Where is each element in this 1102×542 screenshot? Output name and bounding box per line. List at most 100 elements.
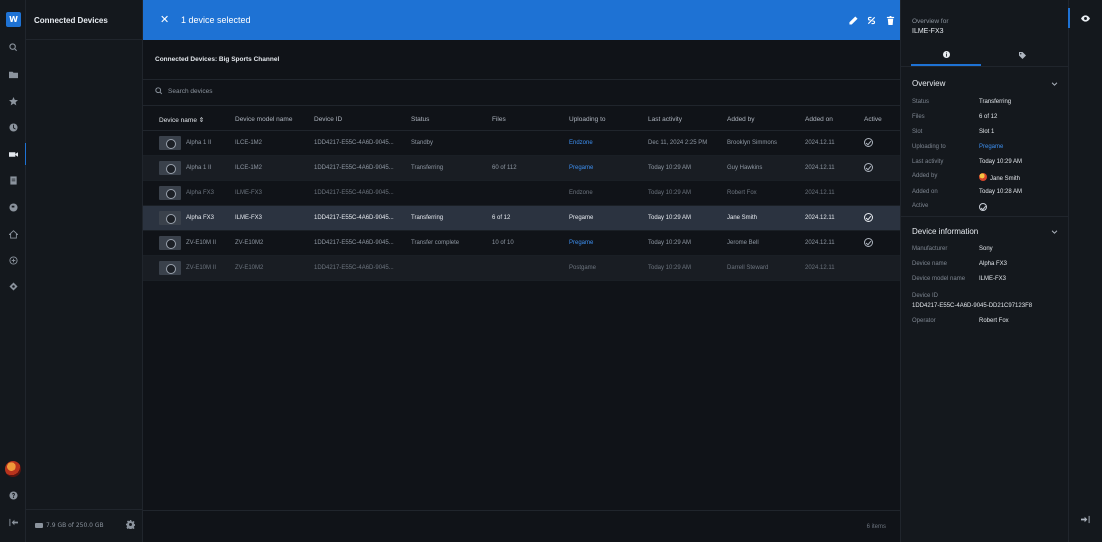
- column-header-active[interactable]: Active: [864, 116, 882, 123]
- tab-tags[interactable]: [987, 44, 1057, 66]
- chevron-down-icon[interactable]: [1051, 229, 1058, 236]
- storage-footer: 7.9 GB of 250.0 GB: [26, 509, 143, 542]
- cell-files: 10 of 10: [492, 240, 514, 246]
- cell-model: ZV-E10M2: [235, 265, 264, 271]
- cell-device-name: ZV-E10M II: [186, 240, 217, 246]
- column-header-added-by[interactable]: Added by: [727, 116, 754, 123]
- cell-last-activity: Today 10:29 AM: [648, 265, 692, 271]
- diamond-icon[interactable]: [0, 279, 26, 293]
- tab-info[interactable]: [911, 44, 981, 66]
- table-row[interactable]: ZV-E10M II ZV-E10M2 1DD4217-E55C-4A6D-90…: [143, 256, 900, 281]
- clock-icon[interactable]: [0, 120, 26, 134]
- column-header-model[interactable]: Device model name: [235, 116, 292, 123]
- cell-files: 60 of 112: [492, 165, 517, 171]
- table-row-selected[interactable]: Alpha FX3 ILME-FX3 1DD4217-E55C-4A6D-904…: [143, 206, 900, 231]
- column-header-device-name[interactable]: Device name ⇕: [159, 116, 204, 124]
- divider: [26, 39, 143, 40]
- device-id-value: 1DD4217-E55C-4A6D-9045-DD21C97123F8: [912, 303, 1033, 309]
- globe-icon[interactable]: [0, 200, 26, 214]
- overview-section-title[interactable]: Overview: [912, 79, 945, 88]
- cell-added-on: 2024.12.11: [805, 265, 835, 271]
- search-icon: [155, 87, 163, 95]
- cell-uploading-to[interactable]: Postgame: [569, 265, 596, 271]
- disk-icon: [35, 523, 43, 528]
- selection-bar: ✕ 1 device selected: [143, 0, 900, 40]
- cell-uploading-to[interactable]: Endzone: [569, 190, 593, 196]
- collapse-left-icon[interactable]: [0, 515, 26, 529]
- detail-panel: Overview for ILME-FX3 Overview Status Tra…: [900, 0, 1069, 542]
- main-content: ✕ 1 device selected Connected Devices: B…: [143, 0, 900, 542]
- icon-rail: W: [0, 0, 27, 542]
- table-row[interactable]: Alpha FX3 ILME-FX3 1DD4217-E55C-4A6D-904…: [143, 181, 900, 206]
- item-count: 6 items: [866, 524, 886, 530]
- delete-icon[interactable]: [884, 14, 896, 26]
- unlink-icon[interactable]: [865, 14, 877, 26]
- search-icon[interactable]: [0, 40, 26, 54]
- cell-model: ILCE-1M2: [235, 165, 263, 171]
- active-check-icon: [979, 203, 987, 211]
- plus-circle-icon[interactable]: [0, 253, 26, 267]
- cell-added-on: 2024.12.11: [805, 240, 835, 246]
- table-header: Device name ⇕ Device model name Device I…: [143, 106, 900, 131]
- cell-added-on: 2024.12.11: [805, 165, 835, 171]
- cell-device-id: 1DD4217-E55C-4A6D-9045...: [314, 190, 394, 196]
- folder-icon[interactable]: [0, 67, 26, 81]
- table-row[interactable]: ZV-E10M II ZV-E10M2 1DD4217-E55C-4A6D-90…: [143, 231, 900, 256]
- column-header-last-activity[interactable]: Last activity: [648, 116, 682, 123]
- column-header-device-id[interactable]: Device ID: [314, 116, 342, 123]
- search-placeholder: Search devices: [168, 87, 213, 95]
- home-icon[interactable]: [0, 227, 26, 241]
- cell-device-id: 1DD4217-E55C-4A6D-9045...: [314, 265, 394, 271]
- left-panel: Connected Devices 7.9 GB of 250.0 GB: [26, 0, 143, 542]
- cell-uploading-to[interactable]: Endzone: [569, 140, 593, 146]
- storage-indicator: 7.9 GB of 250.0 GB: [35, 522, 104, 529]
- uploading-to-link[interactable]: Pregame: [979, 144, 1003, 150]
- cell-uploading-to[interactable]: Pregame: [569, 165, 593, 171]
- cell-files: 6 of 12: [492, 215, 511, 221]
- device-info-section-title[interactable]: Device information: [912, 227, 978, 236]
- cell-uploading-to[interactable]: Pregame: [569, 215, 593, 221]
- chevron-down-icon[interactable]: [1051, 81, 1058, 88]
- divider: [901, 66, 1069, 67]
- app-logo[interactable]: W: [6, 12, 21, 27]
- clear-selection-button[interactable]: ✕: [160, 13, 169, 26]
- cell-model: ILME-FX3: [235, 190, 263, 196]
- collapse-right-icon[interactable]: [1081, 515, 1090, 524]
- cell-uploading-to[interactable]: Pregame: [569, 240, 593, 246]
- camera-thumbnail: [159, 236, 181, 250]
- column-header-uploading-to[interactable]: Uploading to: [569, 116, 606, 123]
- avatar: [979, 173, 987, 181]
- cell-added-by: Guy Hawkins: [727, 165, 763, 171]
- column-header-added-on[interactable]: Added on: [805, 116, 833, 123]
- cell-added-by: Brooklyn Simmons: [727, 140, 778, 146]
- cell-last-activity: Today 10:29 AM: [648, 215, 692, 221]
- camera-thumbnail: [159, 261, 181, 275]
- camera-icon[interactable]: [0, 143, 27, 165]
- active-check-icon: [864, 138, 873, 147]
- panel-title: Connected Devices: [34, 16, 108, 25]
- cell-status: Transfer complete: [411, 240, 460, 246]
- table-row[interactable]: Alpha 1 II ILCE-1M2 1DD4217-E55C-4A6D-90…: [143, 131, 900, 156]
- cell-last-activity: Dec 11, 2024 2:25 PM: [648, 140, 708, 146]
- star-icon[interactable]: [0, 94, 26, 108]
- gear-icon[interactable]: [126, 520, 135, 529]
- cell-device-id: 1DD4217-E55C-4A6D-9045...: [314, 140, 394, 146]
- search-input[interactable]: Search devices: [155, 87, 212, 95]
- column-header-files[interactable]: Files: [492, 116, 506, 123]
- cell-status: Standby: [411, 140, 434, 146]
- cell-added-on: 2024.12.11: [805, 140, 835, 146]
- column-header-status[interactable]: Status: [411, 116, 429, 123]
- cell-device-name: Alpha FX3: [186, 190, 215, 196]
- edit-icon[interactable]: [847, 14, 859, 26]
- active-check-icon: [864, 163, 873, 172]
- table-row[interactable]: Alpha 1 II ILCE-1M2 1DD4217-E55C-4A6D-90…: [143, 156, 900, 181]
- document-icon[interactable]: [0, 173, 26, 187]
- user-avatar[interactable]: [5, 461, 21, 477]
- eye-icon[interactable]: [1068, 8, 1091, 28]
- help-icon[interactable]: [0, 488, 26, 502]
- active-check-icon: [864, 213, 873, 222]
- cell-added-by: Robert Fox: [727, 190, 757, 196]
- cell-status: Transferring: [411, 165, 444, 171]
- cell-device-name: ZV-E10M II: [186, 265, 217, 271]
- selection-count: 1 device selected: [181, 15, 251, 25]
